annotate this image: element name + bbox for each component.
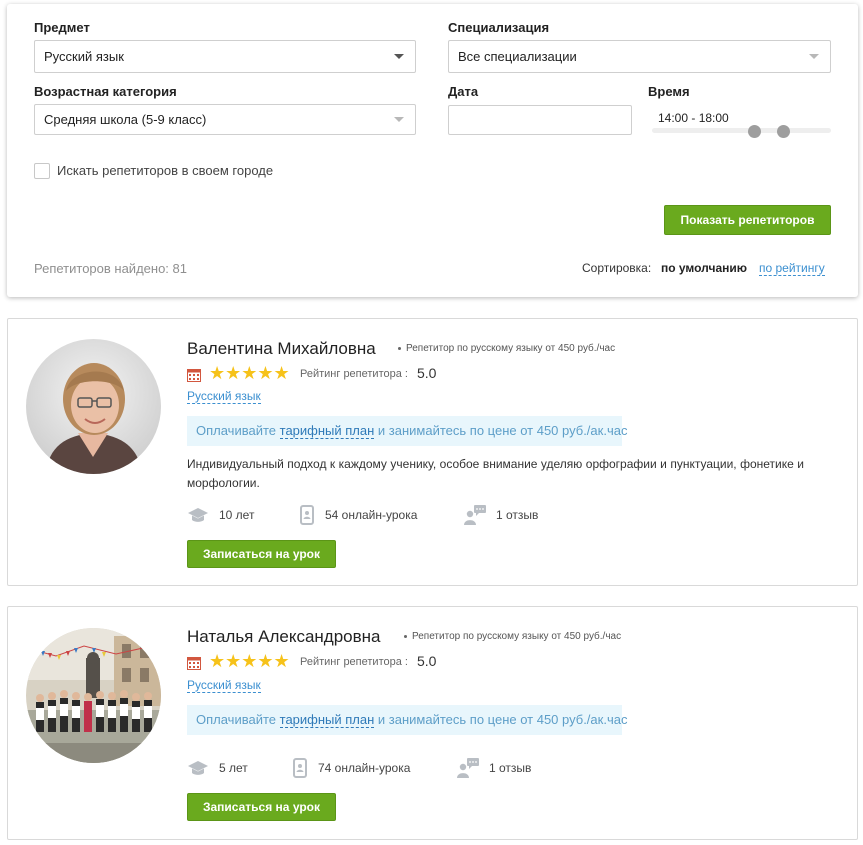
reviews-text[interactable]: 1 отзыв (496, 508, 538, 522)
chevron-down-icon (809, 54, 819, 59)
tariff-promo-banner: Оплачивайте тарифный план и занимайтесь … (187, 416, 627, 446)
time-slider-handle-start[interactable] (748, 125, 761, 138)
rating-value: 5.0 (417, 653, 437, 669)
tutor-avatar[interactable] (26, 339, 161, 474)
rating-stars-icon: ★★★★★ (209, 651, 290, 671)
reviews-icon (464, 505, 486, 525)
show-tutors-button[interactable]: Показать репетиторов (664, 205, 831, 235)
sort-label: Сортировка: (582, 261, 652, 275)
tutor-about-text: Индивидуальный подход к каждому ученику,… (187, 457, 804, 490)
sort-rating-link[interactable]: по рейтингу (759, 261, 825, 276)
tariff-plan-link[interactable]: тарифный план (279, 423, 375, 439)
chevron-down-icon (394, 117, 404, 122)
tutor-name[interactable]: Валентина Михайловна (187, 339, 376, 359)
tutor-name[interactable]: Наталья Александровна (187, 627, 381, 647)
rating-label: Рейтинг репетитора : (300, 368, 408, 380)
tutor-description: Репетитор по русскому языку от 450 руб./… (404, 631, 621, 642)
chevron-down-icon (394, 54, 404, 59)
time-range-value: 14:00 - 18:00 (658, 111, 729, 125)
tutor-description: Репетитор по русскому языку от 450 руб./… (398, 343, 615, 354)
bullet-dot (398, 346, 401, 350)
age-category-select-value: Средняя школа (5-9 класс) (44, 112, 207, 127)
time-label: Время (648, 84, 690, 99)
city-checkbox[interactable] (34, 163, 50, 179)
experience-text: 5 лет (219, 761, 248, 775)
reviews-text[interactable]: 1 отзыв (489, 761, 531, 775)
rating-value: 5.0 (417, 365, 437, 381)
tutor-card: Наталья Александровна Репетитор по русск… (7, 606, 858, 840)
age-category-select[interactable]: Средняя школа (5-9 класс) (34, 104, 416, 135)
time-slider-track[interactable] (652, 128, 831, 133)
specialization-label: Специализация (448, 20, 550, 35)
book-lesson-button[interactable]: Записаться на урок (187, 540, 336, 568)
city-checkbox-label[interactable]: Искать репетиторов в своем городе (57, 163, 273, 178)
tutor-avatar[interactable] (26, 628, 161, 763)
reviews-icon (457, 758, 479, 778)
subject-label: Предмет (34, 20, 90, 35)
sort-default-option[interactable]: по умолчанию (661, 261, 747, 275)
time-slider-handle-end[interactable] (777, 125, 790, 138)
tutor-rating-row: ★★★★★ Рейтинг репетитора : 5.0 (187, 651, 457, 672)
specialization-select-value: Все специализации (458, 49, 577, 64)
calendar-icon[interactable] (187, 656, 201, 670)
tablet-icon (300, 505, 314, 525)
tutor-card: Валентина Михайловна Репетитор по русско… (7, 318, 858, 586)
age-category-label: Возрастная категория (34, 84, 177, 99)
graduation-cap-icon (188, 508, 208, 522)
promo-text-pre: Оплачивайте (196, 712, 277, 727)
tutor-rating-row: ★★★★★ Рейтинг репетитора : 5.0 (187, 363, 457, 384)
date-label: Дата (448, 84, 479, 99)
filter-panel: Предмет Русский язык Специализация Все с… (7, 4, 858, 297)
promo-text-pre: Оплачивайте (196, 423, 277, 438)
tutor-description-text: Репетитор по русскому языку от 450 руб./… (412, 631, 622, 642)
book-lesson-button[interactable]: Записаться на урок (187, 793, 336, 821)
tariff-promo-banner: Оплачивайте тарифный план и занимайтесь … (187, 705, 627, 735)
subject-select[interactable]: Русский язык (34, 40, 416, 73)
graduation-cap-icon (188, 761, 208, 775)
subject-link[interactable]: Русский язык (187, 678, 261, 693)
rating-stars-icon: ★★★★★ (209, 363, 290, 383)
found-count-text: Репетиторов найдено: 81 (34, 261, 187, 276)
tutor-description-text: Репетитор по русскому языку от 450 руб./… (406, 343, 616, 354)
bullet-dot (404, 634, 407, 638)
rating-label: Рейтинг репетитора : (300, 656, 408, 668)
promo-text-post: и занимайтесь по цене от 450 руб./ак.час (377, 712, 628, 727)
experience-text: 10 лет (219, 508, 255, 522)
subject-select-value: Русский язык (44, 49, 124, 64)
promo-text-post: и занимайтесь по цене от 450 руб./ак.час (377, 423, 628, 438)
calendar-icon[interactable] (187, 368, 201, 382)
lessons-text: 74 онлайн-урока (318, 761, 411, 775)
found-label: Репетиторов найдено: (34, 261, 169, 276)
tariff-plan-link[interactable]: тарифный план (279, 712, 375, 728)
tablet-icon (293, 758, 307, 778)
subject-link[interactable]: Русский язык (187, 389, 261, 404)
specialization-select[interactable]: Все специализации (448, 40, 831, 73)
date-input[interactable] (448, 105, 632, 135)
lessons-text: 54 онлайн-урока (325, 508, 418, 522)
found-count: 81 (172, 261, 188, 276)
